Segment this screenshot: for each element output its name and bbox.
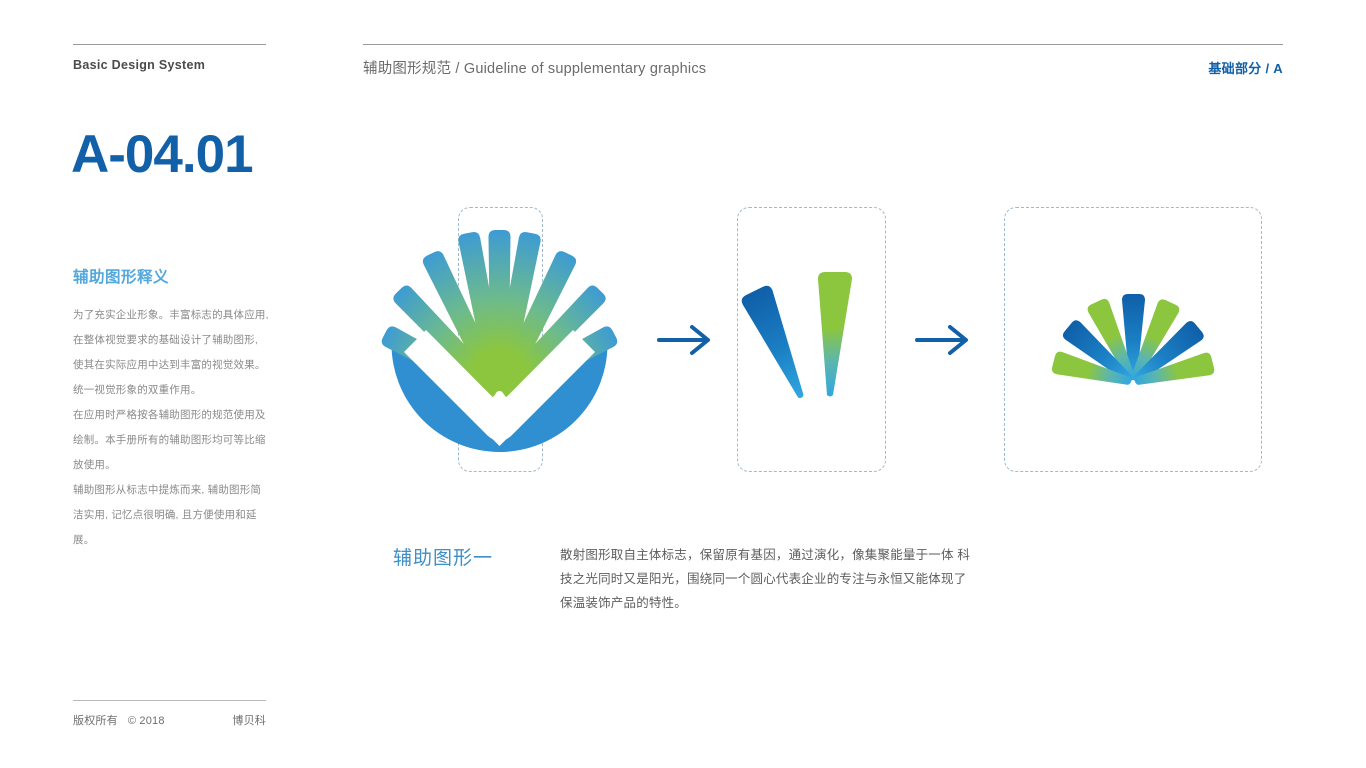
petal-blue xyxy=(741,285,804,398)
caption-label: 辅助图形一 xyxy=(393,548,494,569)
radiating-fan-graphic xyxy=(1051,294,1215,385)
caption-body: 散射图形取自主体标志，保留原有基因，通过演化，像集聚能量于一体 科技之光同时又是… xyxy=(560,543,975,615)
full-logo-shell-mark xyxy=(381,230,618,453)
process-arrow-right xyxy=(915,325,968,355)
two-petal-extraction xyxy=(741,272,852,398)
graphics-strip xyxy=(381,230,1215,453)
process-arrow-right xyxy=(657,325,710,355)
caption-paragraph: 散射图形取自主体标志，保留原有基因，通过演化，像集聚能量于一体 科技之光同时又是… xyxy=(560,548,971,610)
petal-green-blue xyxy=(818,272,852,397)
